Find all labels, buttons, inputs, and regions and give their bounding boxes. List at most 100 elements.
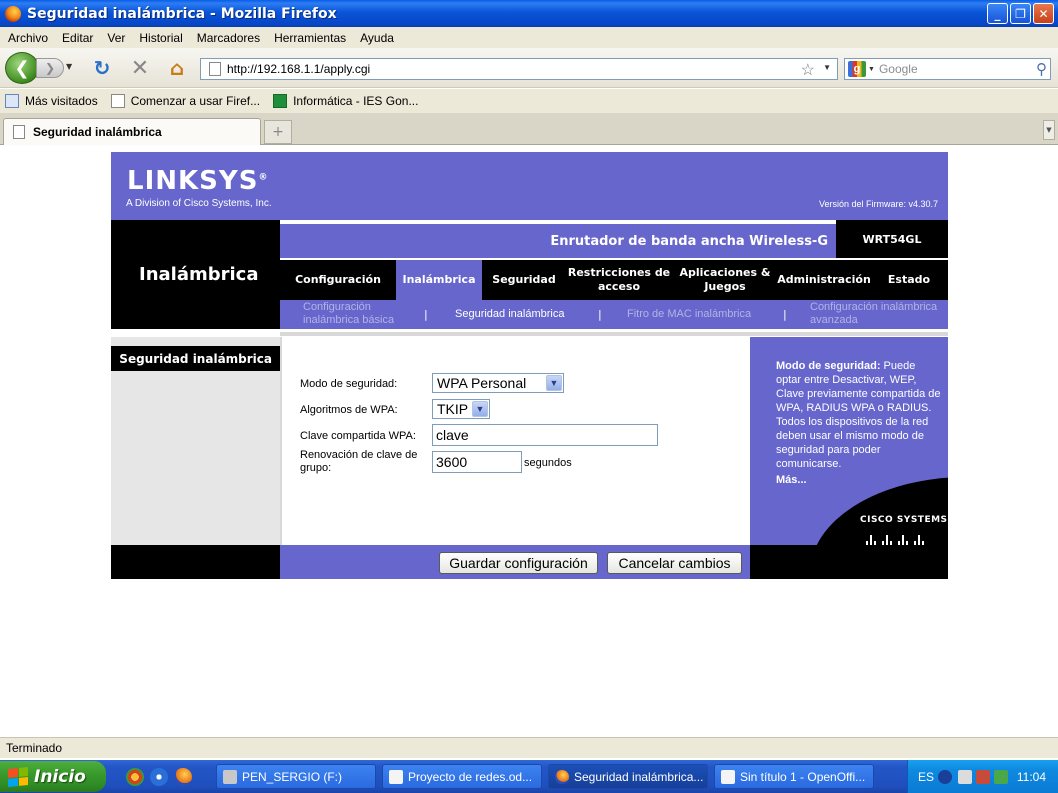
search-bar[interactable]: g ▼ Google ⚲ — [844, 58, 1051, 80]
quick-launch — [126, 768, 192, 786]
minimize-button[interactable]: _ — [987, 3, 1008, 24]
restore-button[interactable]: ❐ — [1010, 3, 1031, 24]
wpa-algorithm-label: Algoritmos de WPA: — [300, 404, 398, 416]
google-icon[interactable]: g — [848, 61, 866, 77]
menu-ayuda[interactable]: Ayuda — [360, 31, 394, 45]
cancel-changes-button[interactable]: Cancelar cambios — [607, 552, 742, 574]
help-panel: Modo de seguridad: Puede optar entre Des… — [750, 337, 948, 545]
chevron-down-icon: ▼ — [1046, 126, 1052, 134]
internet-explorer-icon[interactable] — [150, 768, 168, 786]
chevron-down-icon[interactable]: ▼ — [546, 375, 562, 391]
bookmark-label: Comenzar a usar Firef... — [130, 94, 261, 108]
product-name: Enrutador de banda ancha Wireless-G — [550, 234, 828, 249]
minimize-icon: _ — [994, 6, 1001, 21]
main-nav: Configuración Inalámbrica Seguridad Rest… — [280, 260, 948, 300]
security-icon[interactable] — [976, 770, 990, 784]
close-button[interactable]: ✕ — [1033, 3, 1054, 24]
nav-inalambrica[interactable]: Inalámbrica — [396, 260, 482, 300]
nav-aplicaciones[interactable]: Aplicaciones & Juegos — [672, 260, 778, 300]
tab-list-button[interactable]: ▼ — [1043, 120, 1055, 140]
page-icon — [110, 94, 125, 108]
nav-estado[interactable]: Estado — [870, 260, 948, 300]
help-text: Modo de seguridad: Puede optar entre Des… — [776, 359, 942, 471]
nav-restricciones[interactable]: Restricciones de acceso — [566, 260, 672, 300]
trademark-symbol: ® — [258, 172, 269, 183]
nav-administracion[interactable]: Administración — [777, 260, 871, 300]
help-more-link[interactable]: Más... — [776, 474, 807, 486]
footer-left — [111, 545, 280, 579]
bookmark-label: Más visitados — [25, 94, 98, 108]
window-title: Seguridad inalámbrica - Mozilla Firefox — [27, 5, 337, 22]
subnav-mac-filter[interactable]: Fitro de MAC inalámbrica — [627, 308, 751, 321]
status-text: Terminado — [6, 741, 63, 755]
firefox-icon[interactable] — [174, 768, 192, 786]
subnav-basic-wireless[interactable]: Configuración inalámbrica básica — [303, 301, 413, 327]
footer-actions: Guardar configuración Cancelar cambios — [280, 545, 750, 579]
menu-herramientas[interactable]: Herramientas — [274, 31, 346, 45]
task-proyecto-redes[interactable]: Proyecto de redes.od... — [382, 764, 542, 789]
search-magnifier-icon[interactable]: ⚲ — [1036, 60, 1047, 78]
search-input[interactable]: Google — [879, 62, 918, 76]
history-dropdown-icon[interactable]: ▼ — [66, 62, 72, 71]
save-settings-button[interactable]: Guardar configuración — [439, 552, 598, 574]
start-button[interactable]: Inicio — [0, 761, 106, 792]
task-seguridad-inalambrica[interactable]: Seguridad inalámbrica... — [548, 764, 708, 789]
menu-bar: Archivo Editar Ver Historial Marcadores … — [0, 27, 1058, 48]
clock: 11:04 — [1016, 770, 1046, 784]
language-indicator[interactable]: ES — [918, 770, 934, 784]
bookmark-most-visited[interactable]: Más visitados — [5, 94, 98, 108]
group-key-renewal-label: Renovación de clave de grupo: — [300, 449, 418, 474]
menu-marcadores[interactable]: Marcadores — [197, 31, 260, 45]
reload-button[interactable]: ↻ — [90, 56, 114, 80]
url-dropdown-icon[interactable]: ▼ — [823, 63, 831, 72]
chrome-icon[interactable] — [126, 768, 144, 786]
subnav-separator: | — [424, 308, 428, 321]
search-engine-dropdown-icon[interactable]: ▼ — [868, 66, 875, 73]
nav-configuracion[interactable]: Configuración — [280, 260, 396, 300]
wpa-algorithm-select[interactable]: TKIP ▼ — [432, 399, 490, 419]
menu-ver[interactable]: Ver — [107, 31, 125, 45]
tab-seguridad-inalambrica[interactable]: Seguridad inalámbrica — [3, 118, 261, 145]
home-button[interactable]: ⌂ — [165, 56, 189, 80]
stop-icon: ✕ — [130, 55, 150, 81]
new-tab-button[interactable]: + — [264, 120, 292, 144]
security-mode-select[interactable]: WPA Personal ▼ — [432, 373, 564, 393]
bookmark-star-icon[interactable]: ☆ — [801, 60, 815, 80]
nav-seguridad[interactable]: Seguridad — [482, 260, 566, 300]
stop-button[interactable]: ✕ — [128, 55, 152, 81]
back-button[interactable]: ❮ — [5, 52, 39, 84]
window-titlebar: Seguridad inalámbrica - Mozilla Firefox … — [0, 0, 1058, 27]
chevron-down-icon[interactable]: ▼ — [472, 401, 488, 417]
bookmark-informatica[interactable]: Informática - IES Gon... — [273, 94, 418, 108]
group-key-renewal-input[interactable]: 3600 — [432, 451, 522, 473]
product-strip: Enrutador de banda ancha Wireless-G — [280, 222, 836, 258]
url-bar[interactable]: http://192.168.1.1/apply.cgi ☆ ▼ — [200, 58, 838, 80]
tab-bar: Seguridad inalámbrica + ▼ — [0, 113, 1058, 145]
router-header: LINKSYS® A Division of Cisco Systems, In… — [111, 152, 948, 220]
tray-arrow-icon[interactable] — [938, 770, 952, 784]
forward-button[interactable]: ❯ — [36, 58, 64, 78]
folder-icon — [5, 94, 19, 108]
back-arrow-icon: ❮ — [14, 57, 30, 79]
url-text[interactable]: http://192.168.1.1/apply.cgi — [227, 62, 370, 76]
volume-icon[interactable] — [994, 770, 1008, 784]
security-mode-label: Modo de seguridad: — [300, 378, 398, 390]
plus-icon: + — [272, 124, 284, 140]
linksys-logo: LINKSYS® — [127, 166, 268, 196]
task-sin-titulo[interactable]: Sin título 1 - OpenOffi... — [714, 764, 874, 789]
menu-editar[interactable]: Editar — [62, 31, 93, 45]
task-label: Seguridad inalámbrica... — [574, 769, 704, 784]
restore-icon: ❐ — [1015, 6, 1026, 21]
wpa-algorithm-value: TKIP — [437, 401, 469, 417]
status-bar: Terminado — [0, 737, 1058, 758]
menu-historial[interactable]: Historial — [139, 31, 182, 45]
menu-archivo[interactable]: Archivo — [8, 31, 48, 45]
shared-key-input[interactable]: clave — [432, 424, 658, 446]
forward-arrow-icon: ❯ — [44, 61, 56, 75]
network-icon[interactable] — [958, 770, 972, 784]
help-body: Puede optar entre Desactivar, WEP, Clave… — [776, 360, 941, 470]
bookmark-getting-started[interactable]: Comenzar a usar Firef... — [110, 94, 261, 108]
task-pen-sergio[interactable]: PEN_SERGIO (F:) — [216, 764, 376, 789]
subnav-advanced-wireless[interactable]: Configuración inalámbrica avanzada — [810, 301, 946, 327]
subnav-wireless-security[interactable]: Seguridad inalámbrica — [455, 308, 564, 321]
